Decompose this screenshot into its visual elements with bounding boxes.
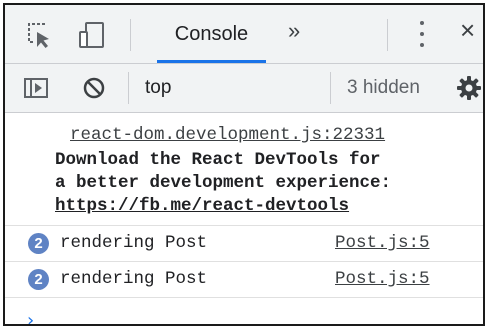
gear-icon[interactable]: [456, 75, 482, 106]
devtools-panel: Console » × top 3 hidden react-dom.devel…: [3, 3, 485, 326]
console-prompt[interactable]: ›: [27, 310, 34, 324]
context-selector[interactable]: top: [145, 77, 171, 99]
console-message: 2 rendering Post Post.js:5: [5, 226, 483, 262]
devtools-link[interactable]: https://fb.me/react-devtools: [55, 196, 349, 216]
kebab-menu-icon[interactable]: [419, 19, 425, 49]
message-text: rendering Post: [60, 269, 208, 289]
source-link[interactable]: Post.js:5: [335, 269, 430, 289]
source-link[interactable]: Post.js:5: [335, 233, 430, 253]
inspect-element-icon[interactable]: [25, 21, 53, 54]
device-toolbar-icon[interactable]: [78, 21, 108, 54]
repeat-count-badge: 2: [28, 269, 49, 290]
console-message: 2 rendering Post Post.js:5: [5, 262, 483, 298]
source-link[interactable]: react-dom.development.js:22331: [70, 125, 385, 145]
message-text: rendering Post: [60, 233, 208, 253]
console-filterbar: top 3 hidden: [5, 64, 483, 113]
devtools-tabbar: Console » ×: [5, 5, 483, 64]
more-tabs-icon[interactable]: »: [288, 18, 300, 44]
hidden-messages-count[interactable]: 3 hidden: [347, 77, 420, 99]
repeat-count-badge: 2: [28, 233, 49, 254]
message-text: a better development experience:: [55, 173, 392, 193]
message-text: Download the React DevTools for: [55, 150, 381, 170]
toolbar-divider: [330, 72, 331, 104]
toolbar-divider: [130, 19, 131, 51]
clear-console-icon[interactable]: [82, 76, 106, 105]
console-message: react-dom.development.js:22331 Download …: [5, 113, 483, 226]
toolbar-divider: [387, 19, 388, 51]
console-output: react-dom.development.js:22331 Download …: [5, 113, 483, 324]
close-icon[interactable]: ×: [460, 15, 475, 46]
tab-console[interactable]: Console: [153, 5, 270, 63]
toolbar-divider: [128, 72, 129, 104]
show-sidebar-icon[interactable]: [23, 76, 49, 105]
tab-console-label: Console: [174, 22, 249, 45]
